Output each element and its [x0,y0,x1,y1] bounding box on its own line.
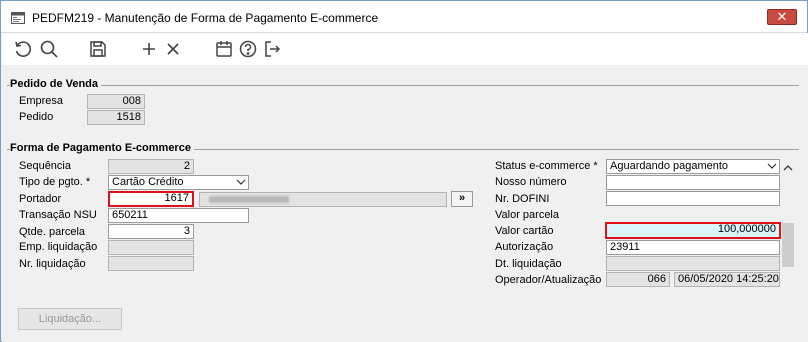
dt-liquidacao-field [606,256,780,271]
title-bar: PEDFM219 - Manutenção de Forma de Pagame… [1,1,807,33]
valor-parcela-field [606,207,780,222]
valor-cartao-label: Valor cartão [495,225,554,237]
tipo-pgto-select[interactable]: Cartão Crédito [108,175,249,190]
redacted-text [209,196,289,203]
app-window: PEDFM219 - Manutenção de Forma de Pagame… [0,0,808,342]
dt-liquidacao-label: Dt. liquidação [495,258,562,270]
pedido-venda-title: Pedido de Venda [10,78,102,90]
nr-liquidacao-field [108,256,194,271]
sequencia-label: Sequência [19,160,71,172]
toolbar [2,33,808,65]
qtde-parcela-field[interactable]: 3 [108,224,194,239]
delete-icon[interactable] [162,38,184,60]
help-icon[interactable] [237,38,259,60]
exit-icon[interactable] [261,38,283,60]
save-icon[interactable] [87,38,109,60]
autorizacao-label: Autorização [495,241,554,253]
autorizacao-field[interactable]: 23911 [606,240,780,255]
window-title: PEDFM219 - Manutenção de Forma de Pagame… [32,11,379,25]
tipo-pgto-label: Tipo de pgto. * [19,176,91,188]
operador-atualizacao-label: Operador/Atualização [495,274,602,286]
transacao-nsu-label: Transação NSU [19,209,97,221]
portador-lookup-button[interactable]: » [451,191,473,207]
scroll-up-icon[interactable] [781,161,795,175]
scroll-thumb[interactable] [782,223,794,267]
add-icon[interactable] [138,38,160,60]
status-ecommerce-value: Aguardando pagamento [610,160,729,172]
sequencia-field: 2 [108,159,194,174]
emp-liquidacao-field [108,240,194,255]
nr-liquidacao-label: Nr. liquidação [19,258,86,270]
undo-icon[interactable] [12,38,34,60]
portador-code-field[interactable]: 1617 [108,191,194,207]
liquidacao-button: Liquidação... [18,308,122,330]
chevron-down-icon [767,163,777,169]
status-ecommerce-select[interactable]: Aguardando pagamento [606,159,780,174]
forma-pagamento-title: Forma de Pagamento E-commerce [10,142,194,154]
app-icon [11,12,25,24]
empresa-field: 008 [87,94,145,109]
form-content: Pedido de Venda Empresa 008 Pedido 1518 … [2,65,808,342]
search-icon[interactable] [38,38,60,60]
qtde-parcela-label: Qtde. parcela [19,226,86,238]
nosso-numero-label: Nosso número [495,176,567,188]
valor-cartao-field[interactable]: 100,000000 [605,222,781,239]
portador-name-field [199,192,447,207]
atualizacao-field: 06/05/2020 14:25:20 [674,272,780,287]
pedido-field: 1518 [87,110,145,125]
pedido-label: Pedido [19,111,54,123]
nosso-numero-field[interactable] [606,175,780,190]
emp-liquidacao-label: Emp. liquidação [19,241,98,253]
status-ecommerce-label: Status e-commerce * [495,160,598,172]
form-scrollbar[interactable] [781,161,795,285]
valor-parcela-label: Valor parcela [495,209,559,221]
tipo-pgto-value: Cartão Crédito [112,176,184,188]
transacao-nsu-field[interactable]: 650211 [108,208,249,223]
calendar-icon[interactable] [213,38,235,60]
nr-dofini-field[interactable] [606,191,780,206]
chevron-down-icon [236,179,246,185]
empresa-label: Empresa [19,95,64,107]
operador-field: 066 [606,272,670,287]
close-button[interactable]: ✕ [767,9,797,25]
nr-dofini-label: Nr. DOFINI [495,193,550,205]
portador-label: Portador [19,193,62,205]
